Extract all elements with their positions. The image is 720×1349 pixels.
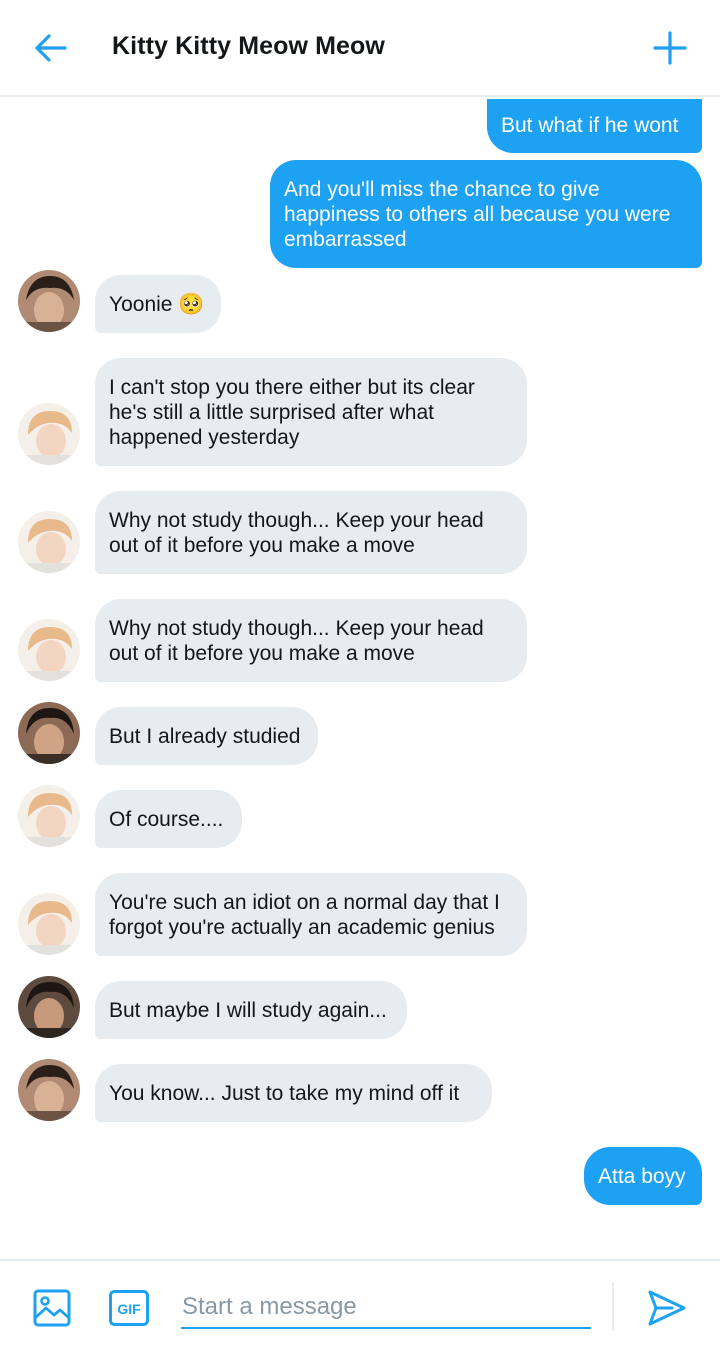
avatar-blond-hair[interactable] [18,403,80,465]
message-text: You know... Just to take my mind off it [109,1081,460,1105]
send-icon [648,1290,686,1326]
avatar-dark-hair[interactable] [18,270,80,332]
message-bubble-received[interactable]: Of course.... [95,790,242,848]
message-text: But maybe I will study again... [109,998,387,1022]
message-text: And you'll miss the chance to give happi… [284,177,671,251]
send-button[interactable] [646,1287,688,1329]
message-bubble-received[interactable]: I can't stop you there either but its cl… [95,358,527,466]
message-input[interactable] [181,1287,591,1329]
message-text: Of course.... [109,807,224,831]
image-icon [33,1289,71,1327]
message-text: I can't stop you there either but its cl… [109,375,475,449]
message-bubble-received[interactable]: You're such an idiot on a normal day tha… [95,873,527,956]
avatar-dark-hair[interactable] [18,1059,80,1121]
message-text: Why not study though... Keep your head o… [109,616,484,665]
message-text: Yoonie 🥺 [109,292,205,316]
avatar-blond-hair[interactable] [18,893,80,955]
gif-icon: GIF [109,1290,149,1326]
add-button[interactable] [648,26,692,70]
back-button[interactable] [28,26,72,70]
message-bubble-received[interactable]: Why not study though... Keep your head o… [95,491,527,574]
add-photo-button[interactable] [32,1288,72,1328]
message-text: But I already studied [109,724,301,748]
message-bubble-received[interactable]: Why not study though... Keep your head o… [95,599,527,682]
message-bubble-received[interactable]: You know... Just to take my mind off it [95,1064,492,1122]
avatar-blond-hair[interactable] [18,511,80,573]
message-text: But what if he wont [501,113,679,137]
message-bubble-received[interactable]: Yoonie 🥺 [95,275,221,333]
message-text: You're such an idiot on a normal day tha… [109,890,500,939]
message-thread[interactable]: But what if he wont And you'll miss the … [0,99,720,1257]
avatar-dark-hair[interactable] [18,702,80,764]
avatar-dark-hair[interactable] [18,976,80,1038]
message-bubble-received[interactable]: But I already studied [95,707,318,765]
plus-icon [653,31,687,65]
composer-divider [612,1283,614,1331]
message-bubble-sent[interactable]: Atta boyy [584,1147,702,1205]
add-gif-button[interactable]: GIF [108,1288,150,1328]
avatar-blond-hair[interactable] [18,619,80,681]
message-bubble-sent[interactable]: But what if he wont [487,99,702,153]
message-text: Why not study though... Keep your head o… [109,508,484,557]
chat-header: Kitty Kitty Meow Meow [0,0,720,97]
arrow-left-icon [35,34,67,62]
message-bubble-sent[interactable]: And you'll miss the chance to give happi… [270,160,702,268]
message-bubble-received[interactable]: But maybe I will study again... [95,981,407,1039]
avatar-blond-hair[interactable] [18,785,80,847]
message-composer: GIF [0,1259,720,1349]
svg-text:GIF: GIF [117,1301,141,1317]
conversation-title: Kitty Kitty Meow Meow [112,32,385,60]
message-text: Atta boyy [598,1164,686,1188]
